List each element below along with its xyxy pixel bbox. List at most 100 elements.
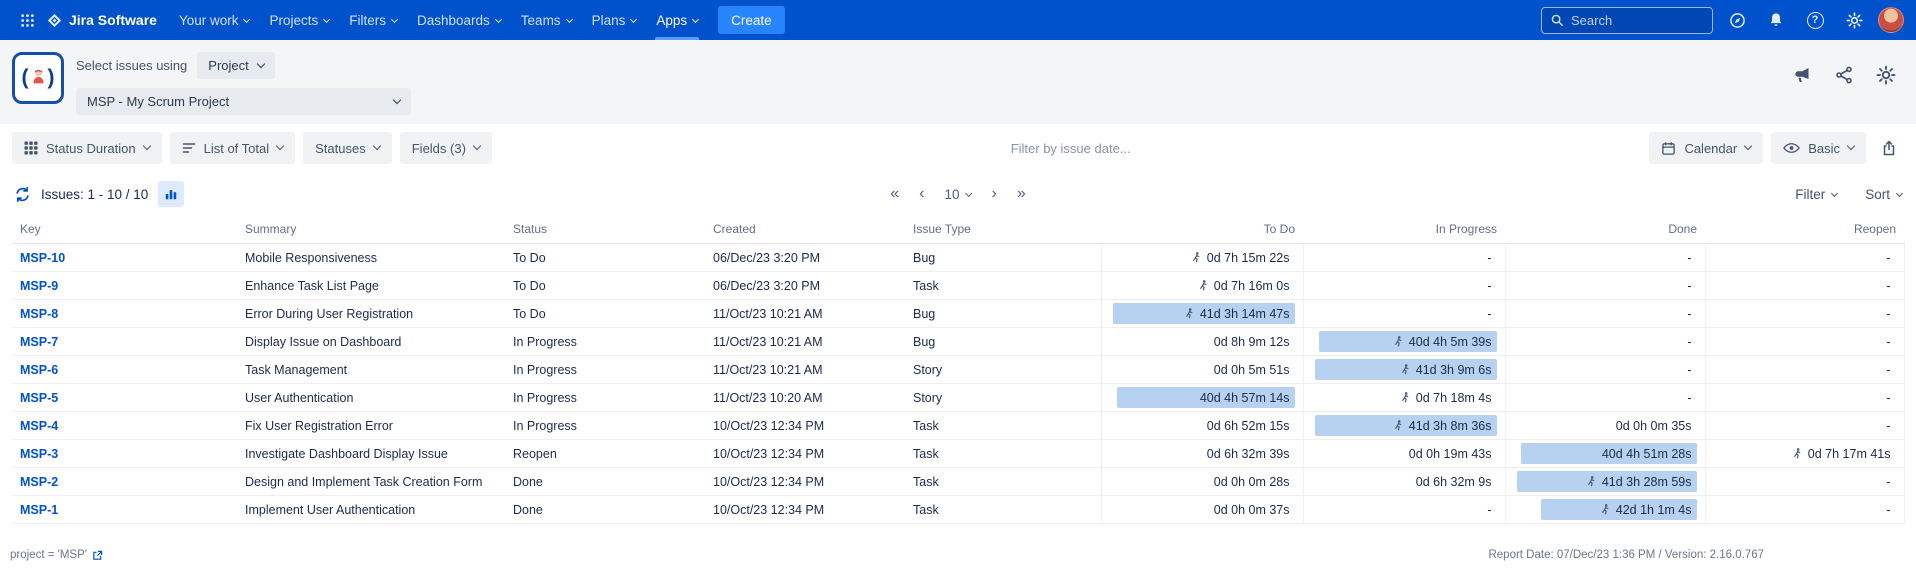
col-header-summary[interactable]: Summary bbox=[237, 216, 505, 244]
issue-key[interactable]: MSP-2 bbox=[20, 475, 58, 489]
duration-text: 40d 4h 51m 28s bbox=[1602, 447, 1692, 461]
issue-key[interactable]: MSP-3 bbox=[20, 447, 58, 461]
last-page-button[interactable]: » bbox=[1017, 186, 1026, 202]
chevron-down-icon bbox=[630, 15, 637, 22]
nav-item-your-work[interactable]: Your work bbox=[169, 0, 260, 40]
discover-button[interactable] bbox=[1722, 5, 1752, 35]
issue-key[interactable]: MSP-6 bbox=[20, 363, 58, 377]
table-row: MSP-5 User Authentication In Progress 11… bbox=[12, 384, 1904, 412]
duration-bar: 0d 6h 52m 15s bbox=[1110, 415, 1295, 436]
duration-cell: 0d 0h 0m 37s bbox=[1101, 496, 1303, 524]
app-settings-gear-icon[interactable] bbox=[1876, 65, 1896, 85]
share-icon[interactable] bbox=[1834, 65, 1854, 85]
col-header-done[interactable]: Done bbox=[1505, 216, 1705, 244]
nav-item-filters[interactable]: Filters bbox=[339, 0, 407, 40]
running-person-icon bbox=[1585, 475, 1597, 488]
col-header-in-progress[interactable]: In Progress bbox=[1303, 216, 1505, 244]
table-row: MSP-3 Investigate Dashboard Display Issu… bbox=[12, 440, 1904, 468]
chevron-down-icon bbox=[495, 15, 502, 22]
nav-item-dashboards[interactable]: Dashboards bbox=[407, 0, 511, 40]
duration-text: - bbox=[1886, 391, 1890, 405]
app-figure-icon bbox=[31, 67, 46, 89]
aggregation-dropdown[interactable]: List of Total bbox=[170, 132, 296, 164]
duration-text: 41d 3h 28m 59s bbox=[1602, 475, 1692, 489]
issue-key[interactable]: MSP-10 bbox=[20, 251, 65, 265]
duration-bar: - bbox=[1714, 303, 1896, 324]
first-page-button[interactable]: « bbox=[890, 186, 899, 202]
col-header-issue-type[interactable]: Issue Type bbox=[905, 216, 1101, 244]
running-person-icon bbox=[1392, 419, 1404, 432]
issue-key[interactable]: MSP-8 bbox=[20, 307, 58, 321]
col-header-status[interactable]: Status bbox=[505, 216, 705, 244]
refresh-button[interactable] bbox=[14, 186, 31, 203]
col-header-todo[interactable]: To Do bbox=[1101, 216, 1303, 244]
export-button[interactable] bbox=[1874, 133, 1904, 163]
chart-view-button[interactable] bbox=[158, 181, 184, 207]
issue-key[interactable]: MSP-5 bbox=[20, 391, 58, 405]
select-issues-label: Select issues using bbox=[76, 58, 187, 73]
duration-text: 0d 7h 17m 41s bbox=[1808, 447, 1891, 461]
statuses-dropdown[interactable]: Statuses bbox=[303, 132, 392, 164]
next-page-button[interactable]: › bbox=[992, 186, 997, 202]
issue-key[interactable]: MSP-1 bbox=[20, 503, 58, 517]
create-button[interactable]: Create bbox=[718, 6, 785, 34]
report-toolbar: Status Duration List of Total Statuses F… bbox=[0, 124, 1916, 172]
duration-text: - bbox=[1487, 279, 1491, 293]
issue-status: In Progress bbox=[505, 356, 705, 384]
running-person-icon bbox=[1399, 391, 1411, 404]
view-mode-dropdown[interactable]: Basic bbox=[1771, 132, 1866, 164]
fields-dropdown[interactable]: Fields (3) bbox=[400, 132, 492, 164]
running-person-icon bbox=[1183, 307, 1195, 320]
col-header-reopen[interactable]: Reopen bbox=[1705, 216, 1904, 244]
issue-type: Story bbox=[905, 384, 1101, 412]
issue-status: In Progress bbox=[505, 328, 705, 356]
chevron-down-icon bbox=[1744, 142, 1752, 150]
issue-summary: User Authentication bbox=[237, 384, 505, 412]
nav-item-plans[interactable]: Plans bbox=[582, 0, 647, 40]
search-input[interactable] bbox=[1571, 13, 1704, 28]
issue-date-filter-input[interactable] bbox=[500, 141, 1642, 156]
duration-text: - bbox=[1886, 251, 1890, 265]
duration-text: 0d 8h 9m 12s bbox=[1214, 335, 1290, 349]
help-button[interactable]: ? bbox=[1800, 5, 1830, 35]
report-type-dropdown[interactable]: Status Duration bbox=[12, 132, 162, 164]
col-header-created[interactable]: Created bbox=[705, 216, 905, 244]
page-size-dropdown[interactable]: 10 bbox=[944, 187, 971, 202]
issue-source-dropdown[interactable]: Project bbox=[197, 52, 274, 79]
project-dropdown[interactable]: MSP - My Scrum Project bbox=[76, 88, 411, 115]
calendar-dropdown[interactable]: Calendar bbox=[1649, 132, 1763, 164]
notifications-button[interactable] bbox=[1761, 5, 1791, 35]
nav-item-apps[interactable]: Apps bbox=[646, 0, 708, 40]
table-header-row: Key Summary Status Created Issue Type To… bbox=[12, 216, 1904, 244]
jql-link[interactable]: project = 'MSP' bbox=[10, 549, 103, 561]
bar-chart-icon bbox=[164, 187, 178, 201]
col-header-key[interactable]: Key bbox=[12, 216, 237, 244]
issue-type: Task bbox=[905, 412, 1101, 440]
nav-item-projects[interactable]: Projects bbox=[259, 0, 339, 40]
issue-key[interactable]: MSP-4 bbox=[20, 419, 58, 433]
issue-status: Reopen bbox=[505, 440, 705, 468]
duration-bar: - bbox=[1312, 275, 1497, 296]
duration-cell: 0d 7h 16m 0s bbox=[1101, 272, 1303, 300]
issue-type: Task bbox=[905, 468, 1101, 496]
app-header-actions bbox=[1792, 50, 1898, 85]
jira-logo[interactable]: Jira Software bbox=[42, 12, 169, 29]
settings-button[interactable] bbox=[1839, 5, 1869, 35]
duration-bar: 0d 8h 9m 12s bbox=[1110, 331, 1295, 352]
issue-key[interactable]: MSP-7 bbox=[20, 335, 58, 349]
issue-key[interactable]: MSP-9 bbox=[20, 279, 58, 293]
app-switcher-button[interactable] bbox=[12, 5, 42, 35]
filter-dropdown[interactable]: Filter bbox=[1795, 187, 1837, 202]
duration-cell: 41d 3h 28m 59s bbox=[1505, 468, 1705, 496]
duration-bar: 0d 0h 0m 37s bbox=[1110, 499, 1295, 520]
issue-status: To Do bbox=[505, 272, 705, 300]
global-search[interactable] bbox=[1541, 7, 1713, 34]
issue-status: In Progress bbox=[505, 412, 705, 440]
feedback-megaphone-icon[interactable] bbox=[1792, 65, 1812, 85]
nav-item-teams[interactable]: Teams bbox=[511, 0, 582, 40]
bell-icon bbox=[1768, 12, 1784, 28]
prev-page-button[interactable]: ‹ bbox=[919, 186, 924, 202]
sort-dropdown[interactable]: Sort bbox=[1865, 187, 1902, 202]
app-logo-icon: ( ) bbox=[12, 52, 64, 104]
user-avatar[interactable] bbox=[1878, 7, 1904, 33]
